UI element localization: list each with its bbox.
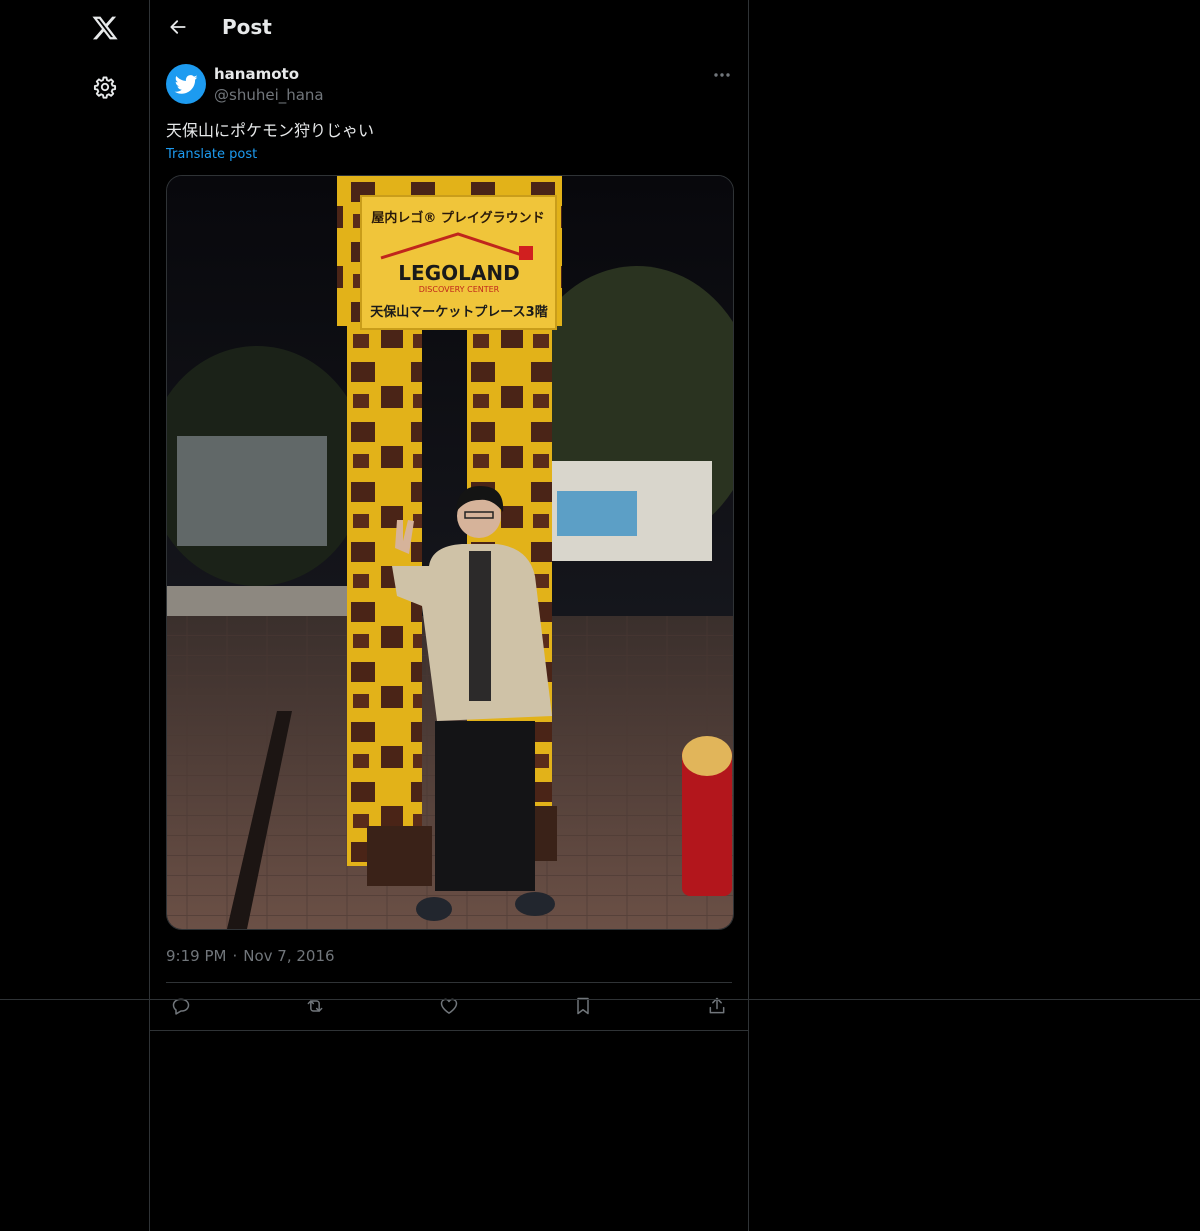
divider	[150, 1030, 748, 1031]
reply-button[interactable]	[165, 990, 197, 1022]
twitter-bird-icon	[174, 75, 198, 94]
photo-sign-lego-logo	[519, 246, 533, 260]
divider	[0, 999, 1200, 1000]
photo-giraffe-hoof-left	[367, 826, 432, 886]
post-text: 天保山にポケモン狩りじゃい	[166, 121, 375, 140]
photo-sign-line3: 天保山マーケットプレース3階	[370, 304, 547, 320]
left-nav	[0, 0, 149, 1231]
translate-post-link[interactable]: Translate post	[166, 145, 257, 165]
photo-scene: 屋内レゴ® プレイグラウンド LEGOLAND DISCOVERY CENTER…	[167, 176, 733, 929]
photo-sign-line1: 屋内レゴ® プレイグラウンド	[371, 210, 544, 226]
meta-separator: ·	[232, 947, 238, 965]
photo-building-left	[177, 436, 327, 546]
author-handle[interactable]: @shuhei_hana	[214, 85, 324, 105]
bookmark-button[interactable]	[567, 990, 599, 1022]
avatar[interactable]	[166, 64, 206, 104]
page: Post hanamoto @shuhei_hana 天保山にポケモン狩りじゃい…	[0, 0, 1200, 1231]
photo-sign-brand: LEGOLAND	[398, 261, 519, 285]
post-date: Nov 7, 2016	[243, 947, 335, 965]
post-time: 9:19 PM	[166, 947, 227, 965]
main-column: Post hanamoto @shuhei_hana 天保山にポケモン狩りじゃい…	[149, 0, 749, 1231]
photo-person-shoe-right	[515, 892, 555, 916]
x-logo-icon	[92, 16, 118, 40]
photo-person-shoe-left	[416, 897, 452, 921]
more-horizontal-icon	[714, 73, 730, 77]
back-button[interactable]	[162, 11, 194, 43]
arrow-left-icon	[170, 20, 186, 34]
share-button[interactable]	[701, 990, 733, 1022]
photo-person-shirt	[469, 551, 491, 701]
page-header: Post	[150, 0, 748, 54]
photo-red-post-top	[682, 736, 732, 776]
divider	[166, 982, 732, 983]
author-name[interactable]: hanamoto	[214, 64, 299, 84]
like-button[interactable]	[433, 990, 465, 1022]
action-bar	[166, 990, 732, 1022]
gear-icon	[93, 76, 117, 99]
more-options-button[interactable]	[706, 64, 738, 86]
page-title: Post	[222, 15, 272, 39]
repost-button[interactable]	[299, 990, 331, 1022]
settings-button[interactable]	[85, 67, 125, 107]
x-logo-button[interactable]	[85, 8, 125, 48]
photo-person-pants	[435, 721, 535, 891]
photo-window-right	[557, 491, 637, 536]
photo-sign-sub: DISCOVERY CENTER	[419, 285, 500, 294]
post-photo[interactable]: 屋内レゴ® プレイグラウンド LEGOLAND DISCOVERY CENTER…	[166, 175, 734, 930]
post-timestamp[interactable]: 9:19 PM · Nov 7, 2016	[166, 946, 335, 966]
